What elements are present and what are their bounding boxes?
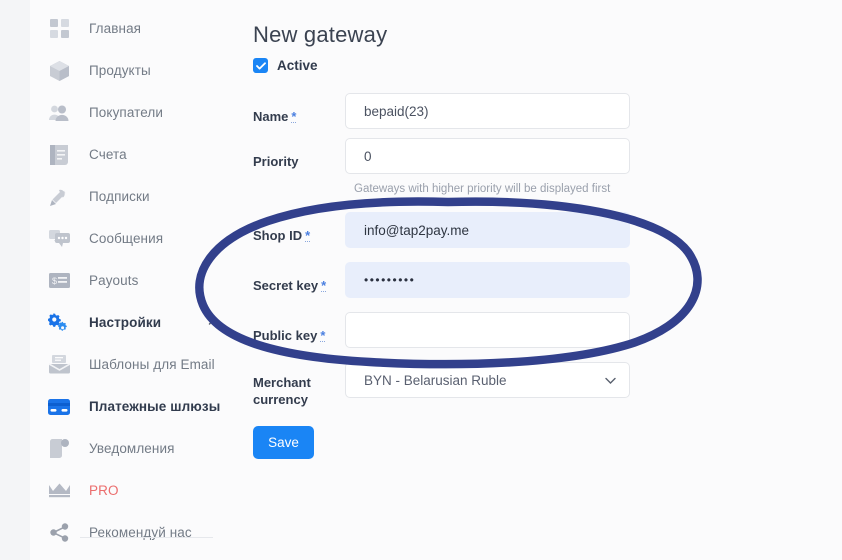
left-rail-strip (0, 0, 30, 560)
shop-id-label: Shop ID * (245, 212, 345, 244)
required-asterisk[interactable]: * (305, 229, 311, 242)
field-row-name: Name * bepaid(23) (245, 93, 842, 129)
invoice-icon (48, 144, 70, 165)
required-asterisk[interactable]: * (321, 279, 327, 292)
active-label: Active (277, 58, 318, 73)
sidebar-item-label: Шаблоны для Email (89, 357, 215, 372)
priority-input[interactable]: 0 (345, 138, 630, 174)
required-asterisk[interactable]: * (320, 329, 326, 342)
required-asterisk[interactable]: * (291, 110, 297, 123)
notification-icon (48, 439, 70, 459)
field-row-secret-key: Secret key * ••••••••• (245, 262, 842, 298)
sidebar-item-label: Уведомления (89, 441, 175, 456)
sidebar-item-label: Сообщения (89, 231, 164, 246)
field-row-priority: Priority 0 (245, 138, 842, 174)
sidebar-item-soobshcheniya[interactable]: Сообщения (30, 227, 245, 250)
merchant-currency-value: BYN - Belarusian Ruble (364, 372, 507, 388)
secret-key-input[interactable]: ••••••••• (345, 262, 630, 298)
app-root: Главная Продукты Покупатели Счета Подпис (0, 0, 842, 560)
sidebar-item-glavnaya[interactable]: Главная (30, 17, 245, 40)
sidebar-item-platezhnye-shlyuzy[interactable]: Платежные шлюзы (30, 395, 245, 418)
sidebar: Главная Продукты Покупатели Счета Подпис (30, 0, 245, 560)
sidebar-item-pokupateli[interactable]: Покупатели (30, 101, 245, 124)
sidebar-item-uvedomleniya[interactable]: Уведомления (30, 437, 245, 460)
subscription-icon (48, 187, 70, 207)
sidebar-item-shablony-email[interactable]: Шаблоны для Email (30, 353, 245, 376)
sidebar-item-rekomenduy-nas[interactable]: Рекомендуй нас (30, 521, 245, 544)
name-input[interactable]: bepaid(23) (345, 93, 630, 129)
sidebar-item-scheta[interactable]: Счета (30, 143, 245, 166)
gateway-form: New gateway Active Name * bepaid(23) Prio… (245, 0, 842, 560)
sidebar-item-pro[interactable]: PRO (30, 479, 245, 502)
active-checkbox[interactable] (253, 58, 268, 73)
mail-template-icon (48, 355, 70, 375)
sidebar-divider (80, 537, 213, 538)
public-key-input[interactable] (345, 312, 630, 348)
field-row-merchant-currency: Merchant currency BYN - Belarusian Ruble (245, 362, 842, 408)
sidebar-item-podpiski[interactable]: Подписки (30, 185, 245, 208)
sidebar-item-nastroyki[interactable]: Настройки (30, 311, 245, 334)
chevron-up-icon[interactable] (208, 315, 220, 327)
field-row-public-key: Public key * (245, 312, 842, 348)
secret-key-label: Secret key * (245, 262, 345, 294)
share-icon (48, 523, 70, 543)
field-row-shop-id: Shop ID * info@tap2pay.me (245, 212, 842, 248)
sidebar-item-label: PRO (89, 483, 119, 498)
sidebar-item-produkty[interactable]: Продукты (30, 59, 245, 82)
merchant-currency-label: Merchant currency (253, 375, 311, 407)
sidebar-item-label: Payouts (89, 273, 139, 288)
merchant-currency-select[interactable]: BYN - Belarusian Ruble (345, 362, 630, 398)
sidebar-item-label: Покупатели (89, 105, 164, 120)
grid-icon (48, 19, 70, 39)
svg-text:$: $ (52, 276, 57, 286)
priority-help-text: Gateways with higher priority will be di… (354, 183, 611, 195)
public-key-label: Public key * (245, 312, 345, 344)
sidebar-item-label: Продукты (89, 63, 151, 78)
sidebar-item-label: Настройки (89, 315, 162, 330)
sidebar-item-payouts[interactable]: $ Payouts (30, 269, 245, 292)
name-label: Name * (245, 93, 345, 125)
priority-label: Priority (253, 154, 299, 169)
cube-icon (48, 60, 70, 81)
shop-id-label-text: Shop ID (253, 228, 303, 243)
users-icon (48, 103, 70, 123)
chevron-down-icon (604, 374, 617, 387)
sidebar-item-label: Счета (89, 147, 127, 162)
page-title: New gateway (253, 22, 388, 47)
sidebar-item-label: Платежные шлюзы (89, 399, 221, 414)
shop-id-input[interactable]: info@tap2pay.me (345, 212, 630, 248)
chat-icon (48, 229, 70, 249)
secret-key-label-text: Secret key (253, 278, 319, 293)
active-toggle-row[interactable]: Active (253, 58, 842, 73)
save-button[interactable]: Save (253, 426, 314, 459)
public-key-label-text: Public key (253, 328, 318, 343)
name-label-text: Name (253, 109, 289, 124)
sidebar-item-label: Главная (89, 21, 142, 36)
credit-card-icon (48, 397, 70, 417)
sidebar-item-label: Подписки (89, 189, 150, 204)
payout-icon: $ (48, 271, 70, 291)
gears-icon (48, 312, 70, 333)
crown-icon (48, 481, 70, 501)
